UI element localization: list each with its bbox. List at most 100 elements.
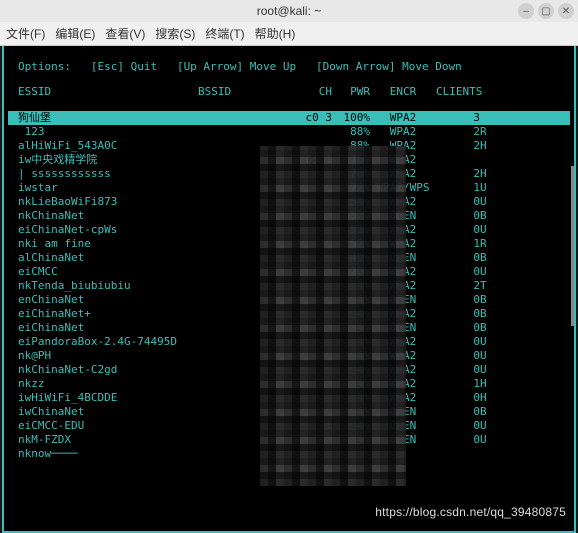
cell-essid: iwHiWiFi_4BCDDE: [18, 391, 198, 405]
cell-ext: [480, 153, 494, 167]
menu-search[interactable]: 搜索(S): [155, 25, 195, 42]
cell-essid: 狗仙堡: [18, 111, 198, 125]
col-ch: CH: [298, 85, 332, 99]
cell-clients: 0: [436, 265, 480, 279]
col-pwr: PWR: [332, 85, 370, 99]
scrollbar[interactable]: [571, 166, 574, 326]
table-header: ESSID BSSID CH PWR ENCR CLIENTS: [8, 85, 570, 105]
cell-clients: 0: [436, 363, 480, 377]
cell-clients: 0: [436, 405, 480, 419]
col-essid: ESSID: [18, 85, 198, 99]
cell-clients: 1: [436, 377, 480, 391]
col-bssid: BSSID: [198, 85, 298, 99]
cell-essid: nkChinaNet: [18, 209, 198, 223]
terminal-area[interactable]: Options: [Esc] Quit [Up Arrow] Move Up […: [2, 46, 576, 533]
close-icon[interactable]: ✕: [558, 3, 574, 19]
cell-ext: B: [480, 307, 494, 321]
cell-ext: U: [480, 349, 494, 363]
menu-edit[interactable]: 编辑(E): [55, 25, 95, 42]
cell-essid: eiCMCC: [18, 265, 198, 279]
cell-pwr: 88%: [332, 125, 370, 139]
cell-essid: nkzz: [18, 377, 198, 391]
cell-clients: 3: [436, 111, 480, 125]
cell-clients: 0: [436, 349, 480, 363]
window-title: root@kali: ~: [257, 4, 322, 18]
col-encr: ENCR: [370, 85, 436, 99]
menu-terminal[interactable]: 终端(T): [205, 25, 244, 42]
table-row[interactable]: 狗仙堡 c0 3100%WPA23: [8, 111, 570, 125]
cell-ext: U: [480, 265, 494, 279]
minimize-icon[interactable]: ‒: [518, 3, 534, 19]
maximize-icon[interactable]: ▢: [538, 3, 554, 19]
titlebar: root@kali: ~ ‒ ▢ ✕: [0, 0, 578, 22]
menu-help[interactable]: 帮助(H): [255, 25, 296, 42]
cell-clients: 0: [436, 433, 480, 447]
cell-ext: U: [480, 419, 494, 433]
cell-ext: U: [480, 335, 494, 349]
cell-clients: 0: [436, 335, 480, 349]
cell-essid: iw中央戏精学院: [18, 153, 198, 167]
cell-ext: H: [480, 167, 494, 181]
cell-essid: alChinaNet: [18, 251, 198, 265]
frame-line: [14, 124, 564, 125]
cell-clients: 1: [436, 181, 480, 195]
cell-clients: 2: [436, 125, 480, 139]
cell-clients: 0: [436, 391, 480, 405]
menu-view[interactable]: 查看(V): [105, 25, 145, 42]
cell-essid: iwstar: [18, 181, 198, 195]
cell-encr: WPA2: [370, 111, 436, 125]
cell-ext: B: [480, 405, 494, 419]
cell-ext: [480, 447, 494, 461]
cell-ch: c0 3: [298, 111, 332, 125]
cell-ext: R: [480, 237, 494, 251]
cell-ext: T: [480, 279, 494, 293]
cell-ext: B: [480, 251, 494, 265]
cell-essid: enChinaNet: [18, 293, 198, 307]
cell-clients: 2: [436, 167, 480, 181]
cell-essid: nkChinaNet-C2gd: [18, 363, 198, 377]
table-row[interactable]: 123 88%WPA22R: [8, 125, 570, 139]
redacted-bssid-area: [260, 146, 406, 486]
cell-ext: B: [480, 293, 494, 307]
cell-essid: nkLieBaoWiFi873: [18, 195, 198, 209]
cell-ext: U: [480, 363, 494, 377]
cell-ext: H: [480, 391, 494, 405]
col-clients: CLIENTS: [436, 85, 480, 99]
cell-essid: | ssssssssssss: [18, 167, 198, 181]
cell-essid: 123: [18, 125, 198, 139]
cell-pwr: 100%: [332, 111, 370, 125]
cell-clients: 0: [436, 307, 480, 321]
cell-bssid: [198, 125, 298, 139]
cell-clients: [436, 447, 480, 461]
cell-clients: 0: [436, 293, 480, 307]
cell-encr: WPA2: [370, 125, 436, 139]
menu-file[interactable]: 文件(F): [6, 25, 45, 42]
cell-clients: 0: [436, 195, 480, 209]
cell-ext: R: [480, 125, 494, 139]
menubar: 文件(F) 编辑(E) 查看(V) 搜索(S) 终端(T) 帮助(H): [0, 22, 578, 46]
col-ext: [480, 85, 494, 99]
cell-ext: H: [480, 377, 494, 391]
cell-clients: [436, 153, 480, 167]
cell-ext: U: [480, 433, 494, 447]
cell-clients: 0: [436, 223, 480, 237]
cell-essid: eiChinaNet-cpWs: [18, 223, 198, 237]
cell-ext: [480, 111, 494, 125]
cell-ext: U: [480, 223, 494, 237]
watermark: https://blog.csdn.net/qq_39480875: [375, 505, 566, 519]
cell-essid: alHiWiFi_543A0C: [18, 139, 198, 153]
cell-ch: [298, 125, 332, 139]
cell-essid: iwChinaNet: [18, 405, 198, 419]
window-controls: ‒ ▢ ✕: [518, 3, 574, 19]
cell-clients: 2: [436, 139, 480, 153]
cell-ext: B: [480, 321, 494, 335]
cell-ext: U: [480, 181, 494, 195]
cell-essid: nki am fine: [18, 237, 198, 251]
cell-ext: H: [480, 139, 494, 153]
cell-essid: eiChinaNet+: [18, 307, 198, 321]
cell-clients: 2: [436, 279, 480, 293]
cell-bssid: [198, 111, 298, 125]
cell-clients: 0: [436, 251, 480, 265]
cell-essid: nk@PH: [18, 349, 198, 363]
cell-clients: 0: [436, 321, 480, 335]
